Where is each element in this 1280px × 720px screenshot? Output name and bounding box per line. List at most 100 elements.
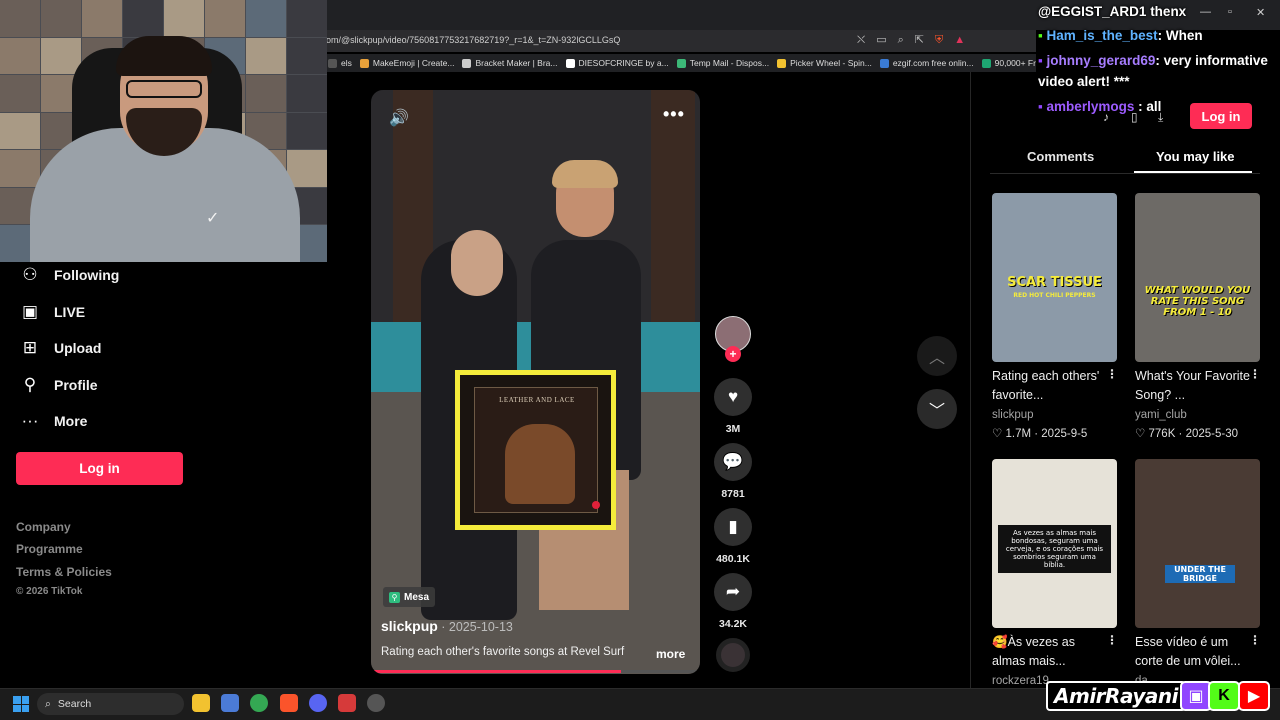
video-thumbnail[interactable]: UNDER THE BRIDGE xyxy=(1135,459,1260,628)
following-icon: ⚇ xyxy=(22,265,38,284)
bookmark-label: MakeEmoji | Create... xyxy=(372,58,455,68)
bookmark-item[interactable]: Temp Mail - Dispos... xyxy=(676,58,769,68)
thumbnail-overlay-text: UNDER THE BRIDGE xyxy=(1165,565,1235,583)
location-tag[interactable]: ⚲ Mesa xyxy=(383,587,436,607)
poster-tile xyxy=(287,0,327,37)
taskbar-search[interactable]: ⌕ Search xyxy=(37,693,184,715)
brave-icon[interactable] xyxy=(280,694,298,712)
chevron-down-icon: ﹀ xyxy=(928,403,945,420)
windows-start-icon[interactable] xyxy=(13,696,29,712)
video-player[interactable]: LEATHER AND LACE 🔊 ••• ⚲ Mesa slickpup ·… xyxy=(371,90,700,674)
bookmark-favicon-icon xyxy=(879,58,889,68)
card-title[interactable]: Rating each others' favorite... xyxy=(992,367,1107,405)
poster-tile xyxy=(123,0,163,37)
bookmarks-bar: els MakeEmoji | Create... Bracket Maker | … xyxy=(326,54,1036,72)
translate-off-icon[interactable]: ⛌ xyxy=(857,33,865,47)
author-name[interactable]: slickpup xyxy=(381,618,438,634)
url-text[interactable]: om/@slickpup/video/7560817753217682719?_… xyxy=(326,35,620,45)
video-progress-bar[interactable] xyxy=(371,670,700,673)
save-button[interactable]: ▮ xyxy=(714,508,752,546)
poster-tile xyxy=(0,37,40,75)
maps-pin-icon[interactable] xyxy=(338,694,356,712)
card-more-icon[interactable]: ⋮ xyxy=(1106,633,1118,647)
sidebar-item-label: Following xyxy=(54,267,120,283)
card-title[interactable]: 🥰Às vezes as almas mais... xyxy=(992,633,1107,671)
bookmark-item[interactable]: Bracket Maker | Bra... xyxy=(462,58,558,68)
footer-programme-link[interactable]: Programme xyxy=(16,542,83,556)
bookmark-label: Picker Wheel - Spin... xyxy=(790,58,872,68)
brave-shield-icon[interactable]: ⛨ xyxy=(935,33,943,47)
video-thumbnail[interactable]: As vezes as almas mais bondosas, seguram… xyxy=(992,459,1117,628)
bookmark-item[interactable]: ezgif.com free onlin... xyxy=(879,58,974,68)
music-disc-icon[interactable] xyxy=(716,638,750,672)
chat-message: video alert! *** xyxy=(1038,74,1130,89)
sidebar-item-upload[interactable]: ⊞ Upload xyxy=(20,338,102,358)
bookmark-item[interactable]: DIESOFCRINGE by a... xyxy=(565,58,669,68)
sidebar-item-more[interactable]: ··· More xyxy=(20,411,88,431)
calculator-icon[interactable] xyxy=(221,694,239,712)
login-button[interactable]: Log in xyxy=(16,452,183,485)
card-title[interactable]: What's Your Favorite Song? ... xyxy=(1135,367,1250,405)
like-button[interactable]: ♥ xyxy=(714,378,752,416)
bookmark-item[interactable]: Picker Wheel - Spin... xyxy=(777,58,872,68)
bookmark-favicon-icon xyxy=(328,58,337,68)
chevron-up-icon: ︿ xyxy=(928,350,945,367)
chat-username[interactable]: amberlymogs xyxy=(1047,99,1135,114)
volume-icon[interactable]: 🔊 xyxy=(389,108,409,128)
previous-video-button[interactable]: ︿ xyxy=(917,336,957,376)
tab-you-may-like[interactable]: You may like xyxy=(1156,149,1235,164)
maximize-icon[interactable]: ▫ xyxy=(1228,6,1232,18)
close-icon[interactable]: ✕ xyxy=(1256,6,1265,19)
comment-button[interactable]: 💬 xyxy=(714,443,752,481)
card-author[interactable]: yami_club xyxy=(1135,409,1187,421)
bookmark-item[interactable]: MakeEmoji | Create... xyxy=(359,58,455,68)
card-more-icon[interactable]: ⋮ xyxy=(1249,633,1261,647)
sidebar-item-following[interactable]: ⚇ Following xyxy=(20,265,119,285)
obs-icon[interactable] xyxy=(367,694,385,712)
poster-tile xyxy=(0,112,40,150)
cast-icon[interactable]: ▭ xyxy=(876,33,886,47)
card-stats: ♡ 776K · 2025-5-30 xyxy=(1135,428,1239,440)
chat-message: ▪ Ham_is_the_best: When xyxy=(1038,28,1203,43)
chat-username[interactable]: @EGGIST_ARD1 xyxy=(1038,4,1146,19)
minimize-icon[interactable]: — xyxy=(1200,6,1211,18)
card-title[interactable]: Esse vídeo é um corte de um vôlei... xyxy=(1135,633,1250,671)
footer-company-link[interactable]: Company xyxy=(16,520,71,534)
bookmark-item[interactable]: 90,000+ Free So xyxy=(981,58,1036,68)
card-stats: ♡ 1.7M · 2025-9-5 xyxy=(992,428,1088,440)
bookmark-favicon-icon xyxy=(981,58,991,68)
card-more-icon[interactable]: ⋮ xyxy=(1106,367,1118,381)
share-button[interactable]: ➦ xyxy=(714,573,752,611)
chat-username[interactable]: Ham_is_the_best xyxy=(1047,28,1158,43)
bookmark-item[interactable]: els xyxy=(328,58,352,68)
chat-username[interactable]: johnny_gerard69 xyxy=(1047,53,1156,68)
bookmark-label: DIESOFCRINGE by a... xyxy=(578,58,669,68)
sidebar-item-live[interactable]: ▣ LIVE xyxy=(20,302,85,322)
caption-more-button[interactable]: more xyxy=(656,647,685,661)
footer-terms-link[interactable]: Terms & Policies xyxy=(16,565,112,579)
video-author[interactable]: slickpup · 2025-10-13 xyxy=(381,618,513,634)
share-arrow-icon: ➦ xyxy=(725,582,741,601)
follow-plus-icon[interactable]: + xyxy=(725,346,741,362)
file-explorer-icon[interactable] xyxy=(192,694,210,712)
video-menu-icon[interactable]: ••• xyxy=(663,104,685,125)
video-thumbnail[interactable]: SCAR TISSUE RED HOT CHILI PEPPERS xyxy=(992,193,1117,362)
chrome-icon[interactable] xyxy=(250,694,268,712)
poster-tile xyxy=(0,0,40,37)
next-video-button[interactable]: ﹀ xyxy=(917,389,957,429)
thumbnail-overlay-subtext: RED HOT CHILI PEPPERS xyxy=(1013,292,1096,299)
video-thumbnail[interactable]: WHAT WOULD YOU RATE THIS SONG FROM 1 - 1… xyxy=(1135,193,1260,362)
share-icon[interactable]: ⇱ xyxy=(915,33,924,47)
brave-rewards-icon[interactable]: ▲ xyxy=(954,33,965,47)
sidebar-item-profile[interactable]: ⚲ Profile xyxy=(20,375,98,395)
card-more-icon[interactable]: ⋮ xyxy=(1249,367,1261,381)
discord-icon[interactable] xyxy=(309,694,327,712)
zoom-icon[interactable]: ⌕ xyxy=(898,33,904,47)
taskbar-search-label: Search xyxy=(57,698,92,710)
card-author[interactable]: slickpup xyxy=(992,409,1034,421)
header-login-button[interactable]: Log in xyxy=(1190,103,1252,129)
thumbnail-overlay-text: WHAT WOULD YOU RATE THIS SONG FROM 1 - 1… xyxy=(1144,285,1251,318)
tab-comments[interactable]: Comments xyxy=(1027,149,1094,164)
streamer-name-badge: AmirRayani xyxy=(1046,681,1186,711)
location-name: Mesa xyxy=(404,591,430,603)
